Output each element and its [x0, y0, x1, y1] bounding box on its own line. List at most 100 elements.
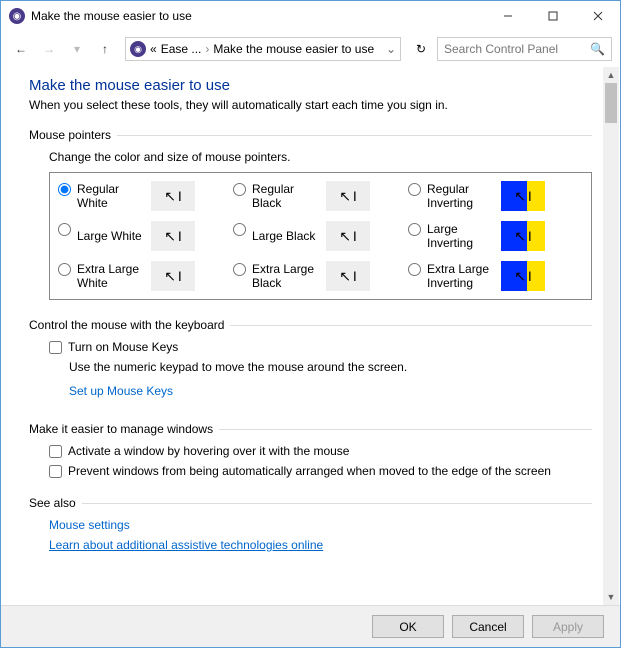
page-title: Make the mouse easier to use: [29, 77, 592, 94]
pointer-grid: RegularWhite↖IRegularBlack↖IRegularInver…: [49, 172, 592, 300]
pointer-preview: ↖I: [501, 181, 545, 211]
setup-mouse-keys-link[interactable]: Set up Mouse Keys: [69, 384, 173, 398]
scroll-thumb[interactable]: [605, 83, 617, 123]
cancel-button[interactable]: Cancel: [452, 615, 524, 638]
hover-activate-row[interactable]: Activate a window by hovering over it wi…: [49, 444, 592, 458]
cursor-ibeam-icon: I: [528, 188, 532, 204]
mouse-settings-link[interactable]: Mouse settings: [49, 518, 130, 532]
window-controls: [485, 1, 620, 31]
pointer-option[interactable]: Extra LargeWhite↖I: [58, 261, 233, 291]
cursor-arrow-icon: ↖: [164, 228, 176, 245]
recent-dropdown[interactable]: ▾: [65, 37, 89, 61]
pointer-label: RegularInverting: [427, 182, 495, 211]
pointer-radio[interactable]: [233, 223, 246, 236]
breadcrumb-dropdown-icon[interactable]: ⌄: [386, 42, 396, 56]
pointer-preview: ↖I: [151, 261, 195, 291]
search-icon: 🔍: [590, 42, 605, 56]
pointer-preview: ↖I: [326, 221, 370, 251]
pointer-radio[interactable]: [233, 183, 246, 196]
breadcrumb[interactable]: ◉ « Ease ... › Make the mouse easier to …: [125, 37, 401, 61]
group-keyboard: Control the mouse with the keyboard: [29, 318, 592, 332]
cursor-ibeam-icon: I: [353, 228, 357, 244]
back-button[interactable]: ←: [9, 37, 33, 61]
pointer-label: Large Black: [252, 229, 320, 243]
pointer-label: Large White: [77, 229, 145, 243]
cursor-arrow-icon: ↖: [514, 188, 526, 205]
cursor-ibeam-icon: I: [528, 268, 532, 284]
group-see-also: See also: [29, 496, 592, 510]
cursor-arrow-icon: ↖: [164, 268, 176, 285]
refresh-button[interactable]: ↻: [409, 37, 433, 61]
pointer-radio[interactable]: [408, 183, 421, 196]
pointer-radio[interactable]: [58, 263, 71, 276]
cursor-ibeam-icon: I: [178, 188, 182, 204]
pointer-option[interactable]: Extra LargeBlack↖I: [233, 261, 408, 291]
pointer-label: RegularBlack: [252, 182, 320, 211]
pointer-option[interactable]: RegularWhite↖I: [58, 181, 233, 211]
breadcrumb-part1[interactable]: Ease ...: [161, 42, 202, 56]
hover-activate-checkbox[interactable]: [49, 445, 62, 458]
pointer-preview: ↖I: [326, 261, 370, 291]
pointer-label: Extra LargeBlack: [252, 262, 320, 291]
scroll-down-icon[interactable]: ▼: [603, 589, 619, 605]
pointer-radio[interactable]: [408, 263, 421, 276]
pointer-option[interactable]: Extra LargeInverting↖I: [408, 261, 583, 291]
titlebar: ◉ Make the mouse easier to use: [1, 1, 620, 31]
pointer-preview: ↖I: [501, 221, 545, 251]
cursor-ibeam-icon: I: [353, 268, 357, 284]
breadcrumb-icon: ◉: [130, 41, 146, 57]
cursor-arrow-icon: ↖: [164, 188, 176, 205]
pointer-option[interactable]: RegularInverting↖I: [408, 181, 583, 211]
pointer-option[interactable]: LargeInverting↖I: [408, 221, 583, 251]
ok-button[interactable]: OK: [372, 615, 444, 638]
pointer-label: Extra LargeInverting: [427, 262, 495, 291]
assistive-link[interactable]: Learn about additional assistive technol…: [49, 538, 323, 552]
close-button[interactable]: [575, 1, 620, 31]
cursor-arrow-icon: ↖: [514, 268, 526, 285]
prevent-snap-label: Prevent windows from being automatically…: [68, 464, 551, 478]
pointer-label: RegularWhite: [77, 182, 145, 211]
up-button[interactable]: ↑: [93, 37, 117, 61]
content-scroll[interactable]: Make the mouse easier to use When you se…: [1, 67, 620, 605]
maximize-button[interactable]: [530, 1, 575, 31]
pointer-option[interactable]: RegularBlack↖I: [233, 181, 408, 211]
cursor-ibeam-icon: I: [528, 228, 532, 244]
pointer-radio[interactable]: [58, 183, 71, 196]
cursor-ibeam-icon: I: [178, 268, 182, 284]
cursor-arrow-icon: ↖: [339, 228, 351, 245]
scroll-up-icon[interactable]: ▲: [603, 67, 619, 83]
search-input[interactable]: Search Control Panel 🔍: [437, 37, 612, 61]
mouse-keys-desc: Use the numeric keypad to move the mouse…: [69, 360, 592, 374]
pointer-option[interactable]: Large Black ↖I: [233, 221, 408, 251]
minimize-button[interactable]: [485, 1, 530, 31]
breadcrumb-part2[interactable]: Make the mouse easier to use: [213, 42, 374, 56]
apply-button[interactable]: Apply: [532, 615, 604, 638]
mouse-keys-label: Turn on Mouse Keys: [68, 340, 178, 354]
prevent-snap-row[interactable]: Prevent windows from being automatically…: [49, 464, 592, 478]
mouse-keys-checkbox-row[interactable]: Turn on Mouse Keys: [49, 340, 592, 354]
pointer-radio[interactable]: [58, 223, 71, 236]
page-subtitle: When you select these tools, they will a…: [29, 98, 592, 112]
window-title: Make the mouse easier to use: [31, 9, 485, 23]
scrollbar[interactable]: ▲ ▼: [603, 67, 619, 605]
search-placeholder: Search Control Panel: [444, 42, 558, 56]
pointer-radio[interactable]: [408, 223, 421, 236]
cursor-ibeam-icon: I: [178, 228, 182, 244]
pointer-radio[interactable]: [233, 263, 246, 276]
pointer-option[interactable]: Large White ↖I: [58, 221, 233, 251]
pointer-preview: ↖I: [151, 221, 195, 251]
breadcrumb-chevron-icon: ›: [205, 42, 209, 56]
cursor-arrow-icon: ↖: [339, 188, 351, 205]
footer: OK Cancel Apply: [1, 605, 620, 647]
forward-button[interactable]: →: [37, 37, 61, 61]
pointer-preview: ↖I: [151, 181, 195, 211]
group-windows: Make it easier to manage windows: [29, 422, 592, 436]
pointer-preview: ↖I: [326, 181, 370, 211]
pointer-label: LargeInverting: [427, 222, 495, 251]
hover-activate-label: Activate a window by hovering over it wi…: [68, 444, 349, 458]
cursor-arrow-icon: ↖: [514, 228, 526, 245]
navbar: ← → ▾ ↑ ◉ « Ease ... › Make the mouse ea…: [1, 31, 620, 67]
mouse-keys-checkbox[interactable]: [49, 341, 62, 354]
pointer-preview: ↖I: [501, 261, 545, 291]
prevent-snap-checkbox[interactable]: [49, 465, 62, 478]
